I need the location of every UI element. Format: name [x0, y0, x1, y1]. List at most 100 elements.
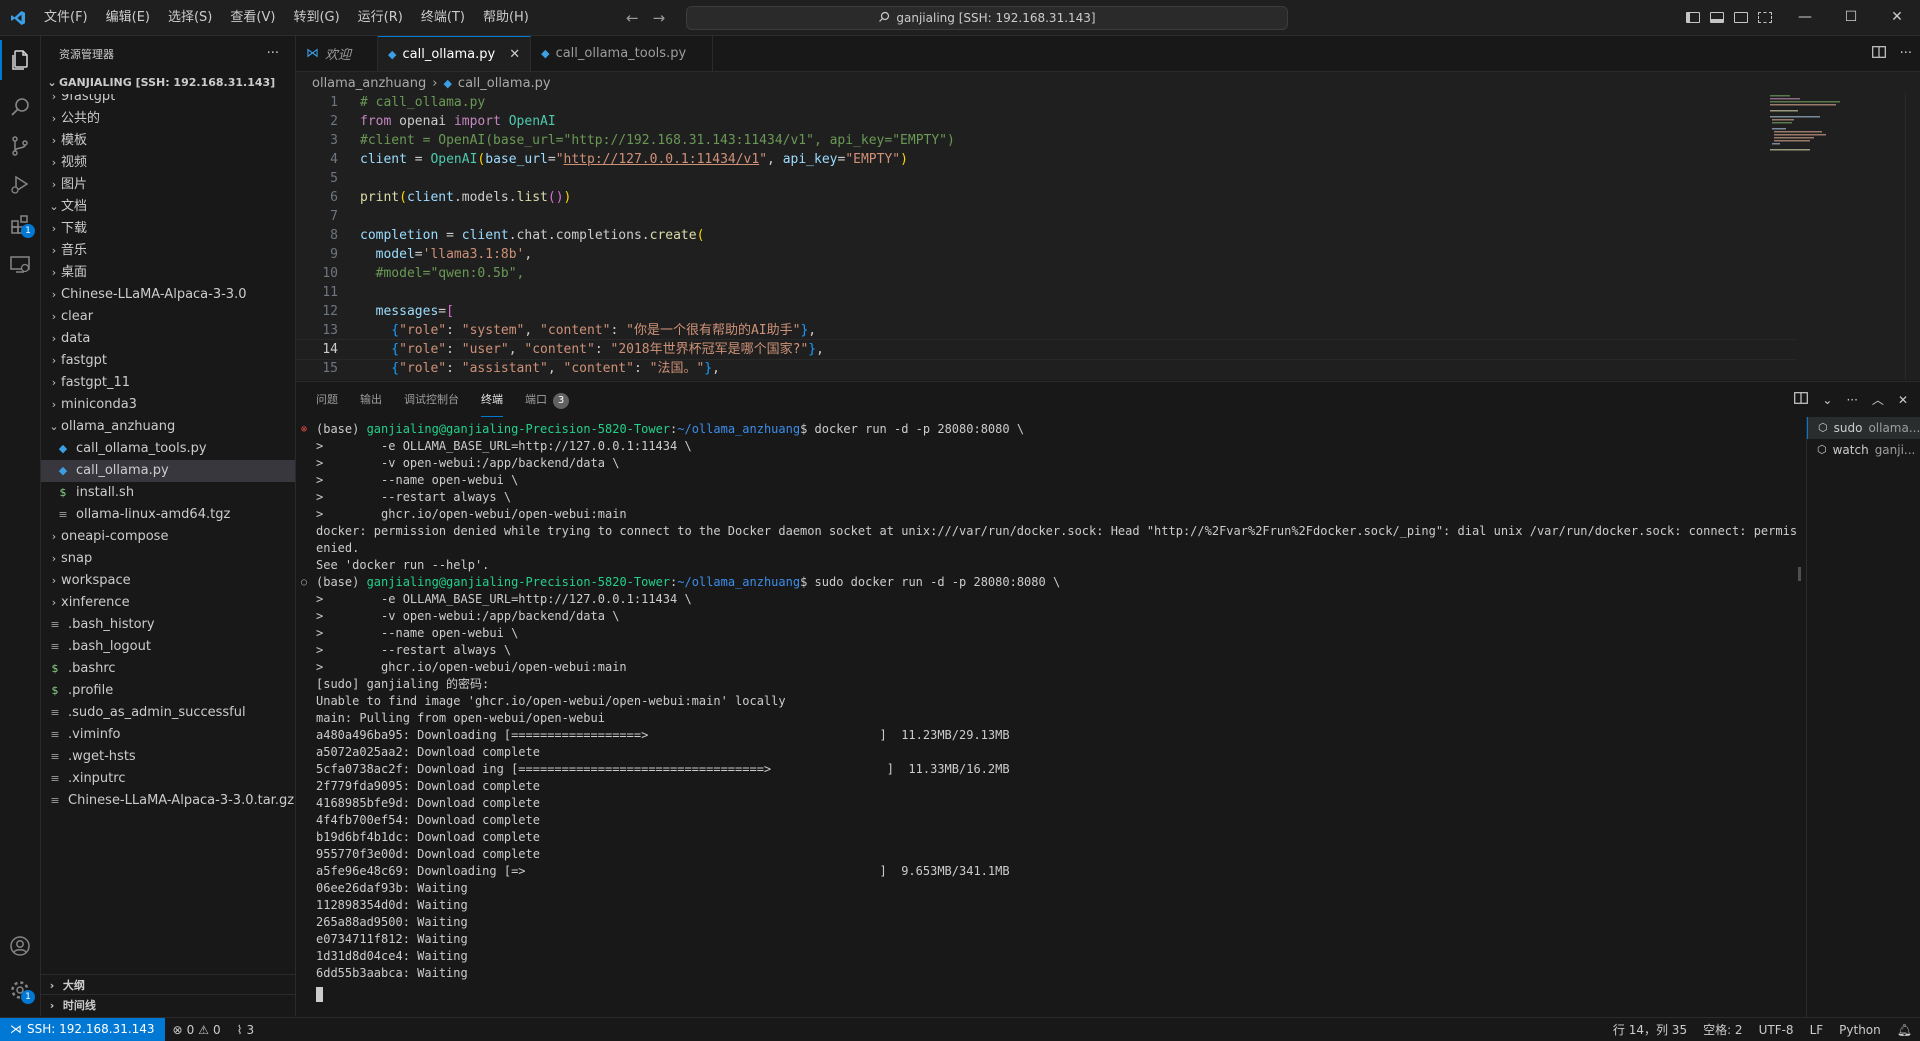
tree-file[interactable]: ≡ ollama-linux-amd64.tgz: [41, 504, 295, 526]
terminal-scrollbar[interactable]: [1796, 417, 1806, 1017]
forward-arrow-icon[interactable]: →: [653, 9, 666, 27]
tree-folder[interactable]: › 桌面: [41, 262, 295, 284]
tree-folder[interactable]: › workspace: [41, 570, 295, 592]
problems-indicator[interactable]: ⊗ 0 ⚠ 0: [165, 1023, 229, 1037]
tree-folder[interactable]: › clear: [41, 306, 295, 328]
toggle-panel-icon[interactable]: [1710, 12, 1724, 23]
tree-folder[interactable]: ⌄ ollama_anzhuang: [41, 416, 295, 438]
panel-more-icon[interactable]: ···: [1846, 393, 1857, 407]
tree-file[interactable]: ≡ .wget-hsts: [41, 746, 295, 768]
menu-item[interactable]: 查看(V): [221, 0, 284, 35]
source-control-icon[interactable]: [0, 126, 40, 166]
menu-item[interactable]: 帮助(H): [474, 0, 538, 35]
tree-file[interactable]: ≡ Chinese-LLaMA-Alpaca-3-3.0.tar.gz: [41, 790, 295, 812]
maximize-icon[interactable]: ☐: [1828, 0, 1874, 35]
code-editor[interactable]: 1 # call_ollama.py 2 from openai import Ope…: [296, 93, 1796, 380]
tree-folder[interactable]: › 公共的: [41, 108, 295, 130]
split-editor-icon[interactable]: [1871, 45, 1886, 62]
tree-folder[interactable]: › 音乐: [41, 240, 295, 262]
close-tab-icon[interactable]: ✕: [509, 47, 520, 62]
terminal-instance[interactable]: ⬡ watch ganji...: [1807, 439, 1920, 461]
breadcrumb-file[interactable]: call_ollama.py: [458, 76, 551, 91]
tree-file[interactable]: $ install.sh: [41, 482, 295, 504]
panel-tab[interactable]: 调试控制台: [404, 382, 459, 417]
panel-tab[interactable]: 问题: [316, 382, 338, 417]
menu-item[interactable]: 文件(F): [35, 0, 97, 35]
language-mode[interactable]: Python: [1831, 1023, 1889, 1037]
terminal-output[interactable]: ⊗ (base) ganjialing@ganjialing-Precision-…: [296, 417, 1796, 1017]
tree-file[interactable]: $ .bashrc: [41, 658, 295, 680]
tree-folder[interactable]: › Chinese-LLaMA-Alpaca-3-3.0: [41, 284, 295, 306]
manage-gear-icon[interactable]: 1: [0, 970, 40, 1010]
tree-file[interactable]: ≡ .viminfo: [41, 724, 295, 746]
panel-tab[interactable]: 输出: [360, 382, 382, 417]
tree-folder[interactable]: › miniconda3: [41, 394, 295, 416]
tree-file[interactable]: $ .profile: [41, 680, 295, 702]
close-panel-icon[interactable]: ✕: [1898, 393, 1908, 407]
explorer-icon[interactable]: [0, 40, 40, 80]
menu-item[interactable]: 运行(R): [349, 0, 412, 35]
tree-folder[interactable]: › snap: [41, 548, 295, 570]
minimap[interactable]: [1770, 93, 1860, 173]
tree-folder[interactable]: › data: [41, 328, 295, 350]
chevron-down-icon[interactable]: ⌄: [1822, 393, 1832, 407]
indentation[interactable]: 空格: 2: [1695, 1021, 1751, 1038]
timeline-section[interactable]: › 时间线: [41, 994, 295, 1016]
tree-file[interactable]: ≡ .bash_history: [41, 614, 295, 636]
terminal-scroll-thumb[interactable]: [1798, 567, 1801, 581]
cursor-position[interactable]: 行 14，列 35: [1605, 1021, 1695, 1038]
toggle-sidebar-icon[interactable]: [1686, 12, 1700, 23]
maximize-panel-icon[interactable]: ︿: [1872, 391, 1884, 408]
notifications-bell-icon[interactable]: 🔔︎: [1889, 1023, 1920, 1037]
panel-tab[interactable]: 终端: [481, 382, 503, 417]
editor-scrollbar[interactable]: [1905, 93, 1920, 380]
command-center[interactable]: ganjialing [SSH: 192.168.31.143]: [686, 6, 1288, 30]
tree-folder[interactable]: › 图片: [41, 174, 295, 196]
run-debug-icon[interactable]: [0, 164, 40, 204]
tree-file[interactable]: ≡ .sudo_as_admin_successful: [41, 702, 295, 724]
command-marker-icon[interactable]: ○: [298, 574, 310, 591]
tree-folder[interactable]: › xinference: [41, 592, 295, 614]
ports-indicator[interactable]: ⌇ 3: [229, 1023, 263, 1037]
toggle-secondary-sidebar-icon[interactable]: [1734, 12, 1748, 23]
error-marker-icon[interactable]: ⊗: [298, 421, 310, 438]
editor-tab[interactable]: ◆ call_ollama.py ✕: [378, 36, 532, 71]
remote-indicator[interactable]: ⋊ SSH: 192.168.31.143: [0, 1018, 165, 1041]
breadcrumb-folder[interactable]: ollama_anzhuang: [312, 76, 426, 91]
close-window-icon[interactable]: ✕: [1874, 0, 1920, 35]
tree-file[interactable]: ◆ call_ollama.py: [41, 460, 295, 482]
search-view-icon[interactable]: [0, 88, 40, 128]
tree-file[interactable]: ≡ .bash_logout: [41, 636, 295, 658]
tree-file[interactable]: ◆ call_ollama_tools.py: [41, 438, 295, 460]
tree-folder[interactable]: › 视频: [41, 152, 295, 174]
tree-file[interactable]: ≡ .xinputrc: [41, 768, 295, 790]
encoding[interactable]: UTF-8: [1751, 1023, 1802, 1037]
tree-folder[interactable]: › fastgpt: [41, 350, 295, 372]
menu-item[interactable]: 选择(S): [159, 0, 221, 35]
menu-item[interactable]: 终端(T): [412, 0, 474, 35]
tree-folder[interactable]: › 模板: [41, 130, 295, 152]
editor-tab[interactable]: ⋈ 欢迎: [296, 36, 379, 71]
editor-tab[interactable]: ◆ call_ollama_tools.py: [531, 36, 714, 71]
tree-folder[interactable]: › 9fastgpt: [41, 94, 295, 108]
terminal-instance[interactable]: ⬡ sudo ollama...: [1807, 417, 1920, 439]
tree-folder[interactable]: › fastgpt_11: [41, 372, 295, 394]
minimize-icon[interactable]: —: [1782, 0, 1828, 35]
workspace-root[interactable]: ⌄ GANJIALING [SSH: 192.168.31.143]: [41, 71, 295, 93]
split-terminal-icon[interactable]: [1794, 392, 1809, 407]
back-arrow-icon[interactable]: ←: [626, 9, 639, 27]
menu-item[interactable]: 编辑(E): [97, 0, 159, 35]
end-of-line[interactable]: LF: [1802, 1023, 1832, 1037]
tree-folder[interactable]: › oneapi-compose: [41, 526, 295, 548]
remote-explorer-icon[interactable]: [0, 244, 40, 284]
editor-more-icon[interactable]: ···: [1900, 46, 1912, 61]
extensions-icon[interactable]: 1: [0, 204, 40, 244]
more-actions-icon[interactable]: ···: [267, 46, 279, 61]
menu-item[interactable]: 转到(G): [284, 0, 348, 35]
accounts-icon[interactable]: [0, 926, 40, 966]
tree-folder[interactable]: › 下载: [41, 218, 295, 240]
tree-file[interactable]: ≡ docker-compose-linux-x86_64: [41, 812, 295, 814]
tree-folder[interactable]: ⌄ 文档: [41, 196, 295, 218]
outline-section[interactable]: › 大纲: [41, 974, 295, 996]
panel-tab[interactable]: 端口 3: [525, 382, 569, 417]
